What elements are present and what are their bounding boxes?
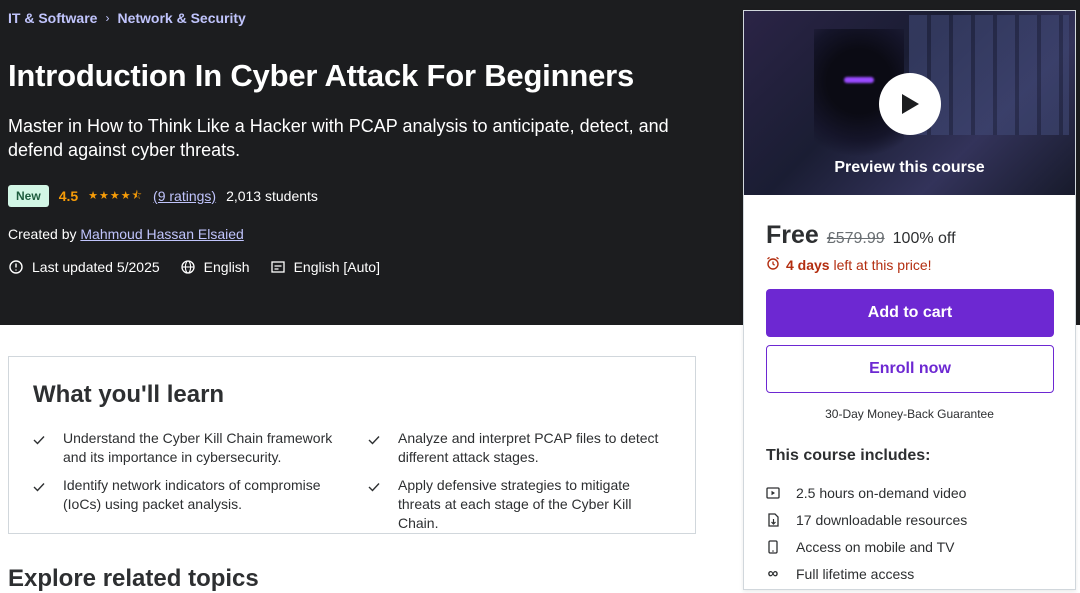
- current-price: Free: [766, 221, 819, 249]
- what-youll-learn: What you'll learn Understand the Cyber K…: [8, 356, 696, 534]
- discount-percent: 100% off: [892, 230, 956, 247]
- checkmark-icon: [368, 429, 382, 467]
- course-info-row: Last updated 5/2025 English English [Aut…: [8, 259, 380, 275]
- add-to-cart-button[interactable]: Add to cart: [766, 289, 1054, 337]
- enroll-now-button[interactable]: Enroll now: [766, 345, 1054, 393]
- purchase-sidebar: Preview this course Free £579.99 100% of…: [743, 10, 1076, 590]
- rating-row: New 4.5 ★★★★⯪ (9 ratings) 2,013 students: [8, 185, 318, 207]
- includes-title: This course includes:: [766, 447, 931, 464]
- preview-label: Preview this course: [834, 159, 985, 176]
- learn-item: Understand the Cyber Kill Chain framewor…: [33, 429, 338, 467]
- breadcrumb: IT & Software › Network & Security: [8, 10, 246, 26]
- breadcrumb-network-security[interactable]: Network & Security: [117, 10, 245, 26]
- learn-item-text: Understand the Cyber Kill Chain framewor…: [63, 430, 333, 465]
- list-item: Access on mobile and TV: [766, 533, 967, 560]
- alert-clock-icon: [8, 259, 24, 275]
- price-timer: 4 days left at this price!: [766, 256, 932, 273]
- learn-item-text: Identify network indicators of compromis…: [63, 477, 321, 512]
- include-lifetime: Full lifetime access: [796, 565, 915, 582]
- infinity-icon: ∞: [767, 565, 779, 582]
- money-back-guarantee: 30-Day Money-Back Guarantee: [825, 407, 994, 421]
- list-item: 17 downloadable resources: [766, 506, 967, 533]
- rating-value: 4.5: [58, 188, 79, 204]
- video-icon: [766, 486, 780, 500]
- course-preview[interactable]: Preview this course: [744, 11, 1075, 195]
- new-badge: New: [8, 185, 49, 207]
- breadcrumb-it-software[interactable]: IT & Software: [8, 10, 97, 26]
- learn-item: Identify network indicators of compromis…: [33, 476, 338, 533]
- students-count: 2,013 students: [226, 188, 318, 204]
- mobile-icon: [766, 539, 780, 554]
- star-rating-icon: ★★★★⯪: [88, 189, 144, 202]
- ratings-link[interactable]: (9 ratings): [153, 188, 216, 204]
- learn-grid: Understand the Cyber Kill Chain framewor…: [33, 429, 673, 533]
- course-subtitle: Master in How to Think Like a Hacker wit…: [8, 116, 669, 160]
- play-icon[interactable]: [879, 73, 941, 135]
- include-resources: 17 downloadable resources: [796, 511, 968, 528]
- checkmark-icon: [33, 476, 47, 533]
- preview-image-eyes: [844, 77, 874, 83]
- original-price: £579.99: [826, 230, 885, 247]
- course-language: English: [203, 259, 250, 275]
- learn-item-text: Apply defensive strategies to mitigate t…: [398, 477, 632, 531]
- learn-item: Analyze and interpret PCAP files to dete…: [368, 429, 673, 467]
- chevron-right-icon: ›: [105, 11, 110, 25]
- course-captions: English [Auto]: [293, 259, 380, 275]
- price-row: Free £579.99 100% off: [766, 221, 956, 250]
- timer-days: 4 days: [786, 256, 830, 273]
- explore-topics-title: Explore related topics: [8, 565, 259, 592]
- alarm-clock-icon: [766, 256, 780, 273]
- created-by: Created by Mahmoud Hassan Elsaied: [8, 226, 244, 242]
- created-by-label: Created by: [8, 226, 77, 242]
- course-title: Introduction In Cyber Attack For Beginne…: [8, 58, 635, 93]
- includes-list: 2.5 hours on-demand video 17 downloadabl…: [766, 479, 967, 587]
- list-item: ∞ Full lifetime access: [766, 560, 967, 587]
- list-item: 2.5 hours on-demand video: [766, 479, 967, 506]
- download-file-icon: [766, 512, 780, 527]
- timer-suffix: left at this price!: [833, 256, 932, 273]
- include-mobile: Access on mobile and TV: [796, 538, 955, 555]
- globe-icon: [180, 259, 196, 275]
- learn-title: What you'll learn: [33, 381, 225, 408]
- checkmark-icon: [368, 476, 382, 533]
- include-video: 2.5 hours on-demand video: [796, 484, 967, 501]
- learn-item-text: Analyze and interpret PCAP files to dete…: [398, 430, 659, 465]
- last-updated: Last updated 5/2025: [32, 259, 160, 275]
- checkmark-icon: [33, 429, 47, 467]
- captions-icon: [270, 259, 286, 275]
- learn-item: Apply defensive strategies to mitigate t…: [368, 476, 673, 533]
- author-link[interactable]: Mahmoud Hassan Elsaied: [80, 226, 243, 242]
